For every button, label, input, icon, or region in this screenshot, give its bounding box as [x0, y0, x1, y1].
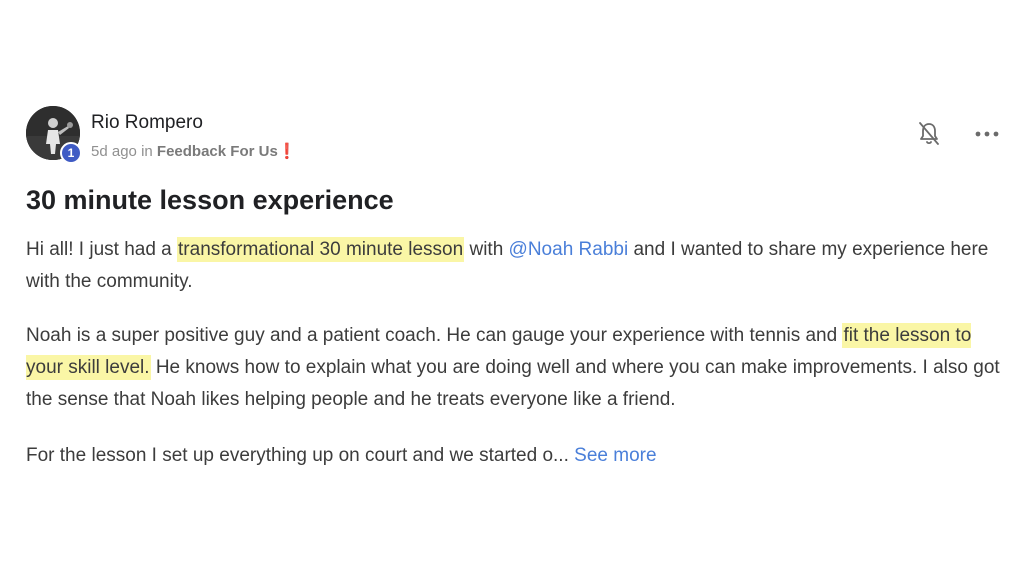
post-body: Hi all! I just had a transformational 30…	[26, 234, 1001, 472]
author-name[interactable]: Rio Rompero	[91, 112, 203, 134]
category-link[interactable]: Feedback For Us	[157, 143, 278, 160]
p3-text: For the lesson I set up everything up on…	[26, 445, 575, 466]
p1-text-middle: with	[464, 239, 509, 260]
bell-off-icon[interactable]	[915, 120, 943, 148]
meta-in: in	[141, 143, 153, 160]
time-ago: 5d ago	[91, 143, 137, 160]
post-card: 1 Rio Rompero 5d ago in Feedback For Us❗	[26, 104, 1001, 472]
user-mention-link[interactable]: @Noah Rabbi	[509, 239, 629, 260]
post-meta: 5d ago in Feedback For Us❗	[91, 142, 296, 160]
see-more-link[interactable]: See more	[574, 445, 656, 466]
more-horizontal-icon[interactable]	[973, 120, 1001, 148]
post-header: 1 Rio Rompero 5d ago in Feedback For Us❗	[26, 104, 1001, 164]
post-actions	[915, 120, 1001, 148]
paragraph-2: Noah is a super positive guy and a patie…	[26, 320, 1001, 416]
category-alert-icon: ❗	[277, 143, 297, 160]
paragraph-1: Hi all! I just had a transformational 30…	[26, 234, 1001, 298]
p2-text-start: Noah is a super positive guy and a patie…	[26, 325, 843, 346]
level-badge: 1	[60, 142, 82, 164]
p2-text-end: He knows how to explain what you are doi…	[26, 357, 1000, 410]
p1-text-start: Hi all! I just had a	[26, 239, 178, 260]
paragraph-3: For the lesson I set up everything up on…	[26, 440, 1001, 472]
post-title[interactable]: 30 minute lesson experience	[26, 182, 1001, 218]
highlight-text: transformational 30 minute lesson	[177, 237, 465, 262]
